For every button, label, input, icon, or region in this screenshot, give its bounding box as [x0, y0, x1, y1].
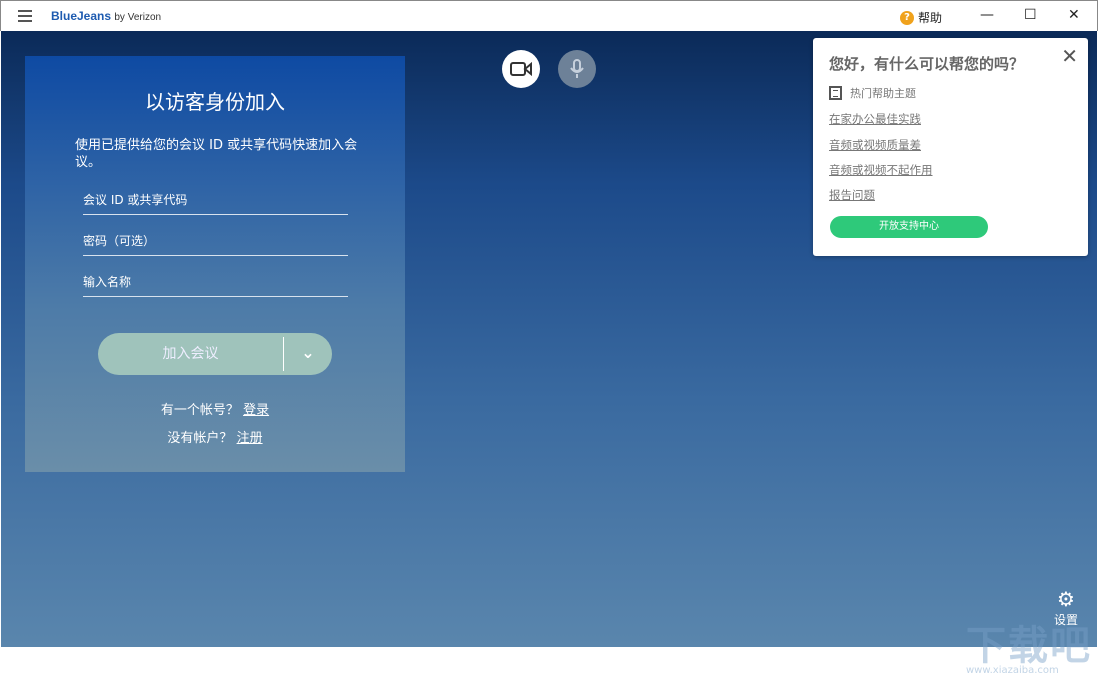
watermark-logo: 下载吧 www.xiazaiba.com: [966, 623, 1092, 676]
help-link[interactable]: 音频或视频不起作用: [829, 162, 933, 178]
hamburger-menu-icon[interactable]: [18, 10, 32, 22]
help-link[interactable]: 在家办公最佳实践: [829, 111, 921, 127]
help-link[interactable]: 音频或视频质量差: [829, 137, 921, 153]
has-account-text: 有一个帐号？: [160, 403, 239, 418]
name-input[interactable]: 输入名称: [83, 267, 348, 297]
minimize-button[interactable]: —: [980, 7, 994, 23]
microphone-button[interactable]: [558, 50, 596, 88]
help-link[interactable]: 报告问题: [829, 187, 875, 203]
question-icon: ?: [900, 10, 914, 25]
maximize-button[interactable]: ☐: [1024, 7, 1037, 23]
gear-icon: ⚙: [1057, 587, 1075, 611]
title-bar: BlueJeans by Verizon ? 帮助 — ☐ ✕: [0, 0, 1098, 31]
register-link[interactable]: 注册: [237, 431, 263, 446]
meeting-id-input[interactable]: 会议 ID 或共享代码: [83, 185, 348, 215]
close-help-icon[interactable]: ✕: [1061, 44, 1078, 68]
help-label: 帮助: [918, 11, 943, 25]
close-button[interactable]: ✕: [1068, 7, 1080, 23]
guest-join-panel: 以访客身份加入 使用已提供给您的会议 ID 或共享代码快速加入会议。 会议 ID…: [25, 56, 405, 472]
join-meeting-button[interactable]: 加入会议 ⌄: [98, 333, 332, 375]
video-camera-icon: [510, 62, 532, 76]
help-button[interactable]: ? 帮助: [900, 9, 942, 26]
help-topics-label: 热门帮助主题: [850, 87, 916, 100]
join-meeting-label: 加入会议: [162, 346, 219, 362]
camera-button[interactable]: [502, 50, 540, 88]
page-title: 以访客身份加入: [145, 90, 285, 114]
document-icon: [829, 86, 842, 100]
open-support-center-button[interactable]: 开放支持中心: [830, 216, 988, 238]
microphone-icon: [570, 59, 584, 78]
chevron-down-icon[interactable]: ⌄: [284, 333, 332, 375]
help-panel: 您好，有什么可以帮您的吗？ ✕ 热门帮助主题 在家办公最佳实践 音频或视频质量差…: [813, 38, 1088, 256]
passcode-input[interactable]: 密码（可选）: [83, 226, 348, 256]
register-row: 没有帐户？ 注册: [25, 427, 405, 446]
join-description: 使用已提供给您的会议 ID 或共享代码快速加入会议。: [75, 138, 358, 170]
help-panel-title: 您好，有什么可以帮您的吗？: [829, 55, 1025, 73]
help-topics-heading: 热门帮助主题: [829, 85, 916, 101]
bluejeans-logo: BlueJeans by Verizon: [51, 9, 162, 23]
login-link[interactable]: 登录: [243, 403, 269, 418]
no-account-text: 没有帐户？: [167, 431, 233, 446]
login-row: 有一个帐号？ 登录: [25, 399, 405, 418]
